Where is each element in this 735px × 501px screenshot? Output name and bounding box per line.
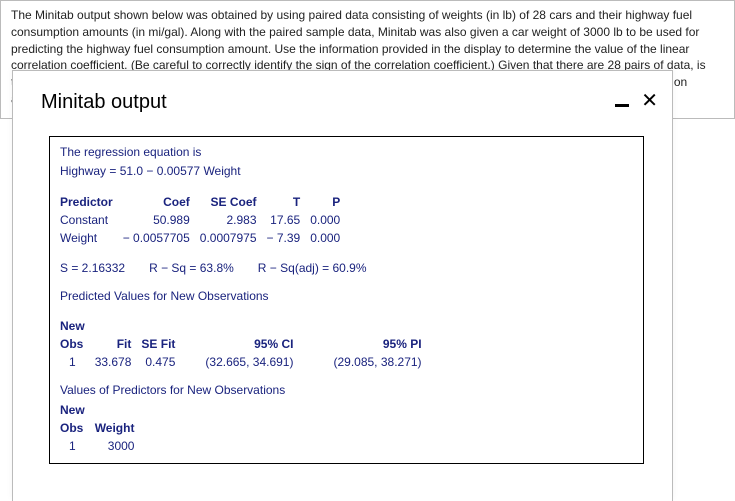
col-obs2: Obs: [60, 419, 95, 437]
table-row: 1 3000: [60, 437, 144, 455]
col-fit: Fit: [95, 335, 142, 353]
minitab-output-modal: Minitab output ✕ The regression equation…: [12, 70, 673, 501]
equation: Highway = 51.0 − 0.00577 Weight: [60, 162, 633, 180]
modal-controls: ✕: [615, 91, 658, 111]
predictor-values-title: Values of Predictors for New Observation…: [60, 381, 633, 399]
col-p: P: [310, 193, 350, 211]
col-weight: Weight: [95, 419, 145, 437]
output-box: The regression equation is Highway = 51.…: [49, 136, 644, 464]
stats-row: S = 2.16332 R − Sq = 63.8% R − Sq(adj) =…: [60, 259, 633, 277]
predictor-table: Predictor Coef SE Coef T P Constant 50.9…: [60, 193, 350, 247]
close-icon[interactable]: ✕: [641, 91, 658, 111]
col-ci: 95% CI: [185, 335, 303, 353]
predicted-values-table: New Obs Fit SE Fit 95% CI 95% PI 1 33.67…: [60, 317, 432, 371]
predicted-values-title: Predicted Values for New Observations: [60, 287, 633, 305]
predictor-values-table: New Obs Weight 1 3000: [60, 401, 144, 455]
equation-label: The regression equation is: [60, 143, 633, 161]
table-row: Constant 50.989 2.983 17.65 0.000: [60, 211, 350, 229]
minimize-icon[interactable]: [615, 104, 629, 107]
col-new2: New: [60, 401, 95, 419]
col-new: New: [60, 317, 95, 335]
col-predictor: Predictor: [60, 193, 123, 211]
modal-header: Minitab output ✕: [13, 71, 672, 124]
col-secoef: SE Coef: [200, 193, 267, 211]
col-sefit: SE Fit: [141, 335, 185, 353]
col-t: T: [267, 193, 311, 211]
table-row: Weight − 0.0057705 0.0007975 − 7.39 0.00…: [60, 229, 350, 247]
col-obs: Obs: [60, 335, 95, 353]
table-row: 1 33.678 0.475 (32.665, 34.691) (29.085,…: [60, 353, 432, 371]
stat-rsqadj: R − Sq(adj) = 60.9%: [258, 259, 367, 277]
col-pi: 95% PI: [303, 335, 431, 353]
stat-rsq: R − Sq = 63.8%: [149, 259, 234, 277]
modal-title: Minitab output: [41, 91, 167, 114]
stat-s: S = 2.16332: [60, 259, 125, 277]
col-coef: Coef: [123, 193, 200, 211]
